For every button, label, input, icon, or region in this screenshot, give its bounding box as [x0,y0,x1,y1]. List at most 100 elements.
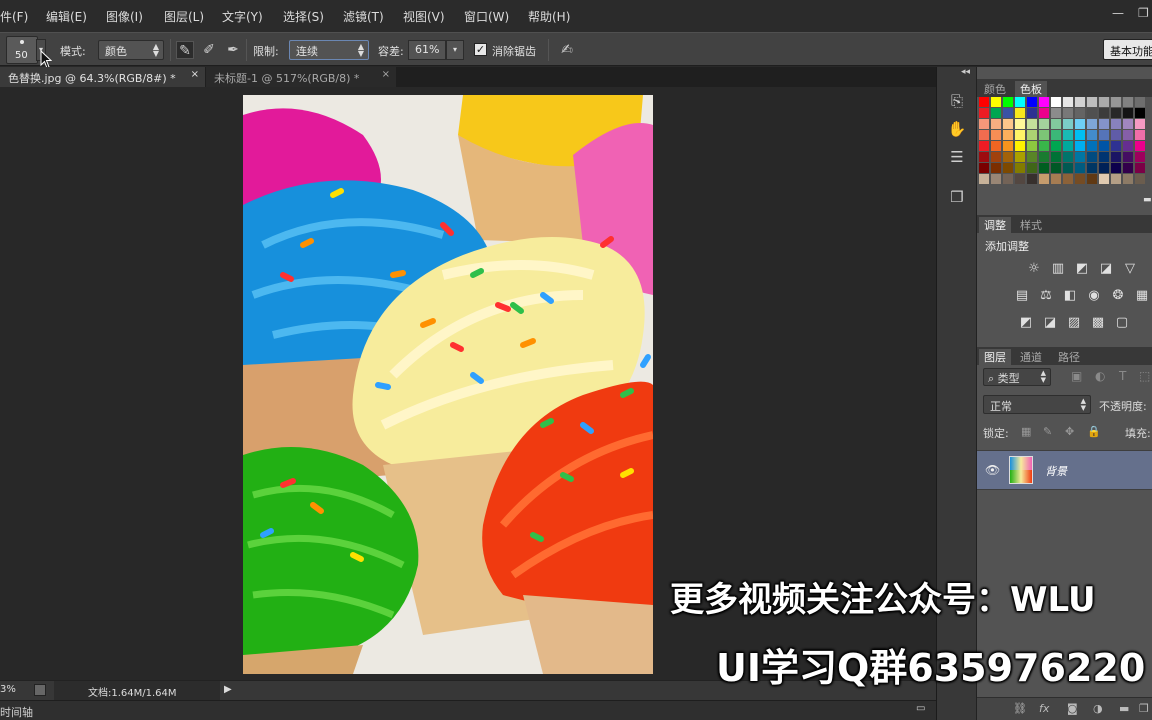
swatch[interactable] [979,119,989,129]
filter-pixel-icon[interactable]: ▣ [1071,369,1082,383]
menu-filter[interactable]: 滤镜(T) [343,8,384,25]
swatch[interactable] [1039,152,1049,162]
swatch[interactable] [1015,152,1025,162]
menu-select[interactable]: 选择(S) [283,8,324,25]
color-balance-icon[interactable]: ⚖ [1037,288,1055,304]
swatch[interactable] [1075,130,1085,140]
gradient-map-icon[interactable]: ▩ [1089,315,1107,331]
swatch[interactable] [1063,163,1073,173]
swatch[interactable] [1075,174,1085,184]
tab-layers[interactable]: 图层 [979,349,1011,365]
swatch[interactable] [1027,152,1037,162]
swatch[interactable] [1123,152,1133,162]
tab-color[interactable]: 颜色 [979,81,1011,97]
tolerance-dropdown-icon[interactable]: ▾ [446,40,464,60]
zoom-level[interactable]: 3% [0,684,16,695]
brush-presets-icon[interactable]: ✋ [947,119,967,139]
sample-background-icon[interactable]: ✒ [224,41,242,59]
swatch[interactable] [1099,97,1109,107]
swatch[interactable] [1027,119,1037,129]
swatch[interactable] [1039,108,1049,118]
swatch[interactable] [1111,97,1121,107]
swatch[interactable] [1111,174,1121,184]
swatch[interactable] [991,119,1001,129]
filter-type-icon[interactable]: T [1119,369,1126,383]
swatch[interactable] [1063,108,1073,118]
exposure-icon[interactable]: ◪ [1097,261,1115,277]
menu-view[interactable]: 视图(V) [403,8,445,25]
swatch[interactable] [1123,163,1133,173]
menu-file[interactable]: 件(F) [0,8,28,25]
swatch[interactable] [1111,163,1121,173]
swatch[interactable] [1027,97,1037,107]
sample-once-icon[interactable]: ✐ [200,41,218,59]
swatch[interactable] [1015,174,1025,184]
tab-color-replace[interactable]: 色替换.jpg @ 64.3%(RGB/8#) * × [0,67,205,87]
vibrance-icon[interactable]: ▽ [1121,261,1139,277]
swatch[interactable] [1015,108,1025,118]
swatch[interactable] [1051,174,1061,184]
restore-icon[interactable]: ❐ [1138,6,1152,20]
swatch[interactable] [1099,163,1109,173]
tab-channels[interactable]: 通道 [1015,349,1047,365]
swatch[interactable] [1135,141,1145,151]
layer-filter-select[interactable]: ⌕ 类型 ▲ ▼ [983,368,1051,386]
swatch[interactable] [1039,97,1049,107]
add-mask-icon[interactable]: ◙ [1067,702,1078,715]
swatch[interactable] [1015,130,1025,140]
swatch[interactable] [991,152,1001,162]
panel-menu-icon[interactable]: ▬ [1143,195,1152,205]
collapse-icon[interactable]: ▭ [916,703,925,714]
swatch[interactable] [1027,130,1037,140]
swatch[interactable] [1099,141,1109,151]
swatch[interactable] [979,108,989,118]
swatch[interactable] [1111,141,1121,151]
swatch[interactable] [1051,97,1061,107]
black-white-icon[interactable]: ◧ [1061,288,1079,304]
channel-mixer-icon[interactable]: ❂ [1109,288,1127,304]
swatch[interactable] [1003,141,1013,151]
lock-transparent-icon[interactable]: ▦ [1021,425,1031,438]
swatch[interactable] [1099,152,1109,162]
close-icon[interactable]: × [191,69,199,80]
tolerance-input[interactable]: 61% [408,40,446,60]
timeline-label[interactable]: 时间轴 [0,704,33,720]
filter-shape-icon[interactable]: ⬚ [1139,369,1150,383]
filter-adjust-icon[interactable]: ◐ [1095,369,1105,383]
document-image[interactable] [243,95,653,674]
swatch-grid[interactable] [977,97,1152,185]
swatch[interactable] [1063,130,1073,140]
hue-sat-icon[interactable]: ▤ [1013,288,1031,304]
swatch[interactable] [1063,141,1073,151]
new-adjustment-icon[interactable]: ◑ [1093,702,1103,715]
swatch[interactable] [991,141,1001,151]
swatch[interactable] [1003,174,1013,184]
swatch[interactable] [1051,152,1061,162]
posterize-icon[interactable]: ◪ [1041,315,1059,331]
swatch[interactable] [991,163,1001,173]
swatch[interactable] [1123,130,1133,140]
swatch[interactable] [1123,174,1133,184]
new-group-icon[interactable]: ▬ [1119,702,1129,715]
swatch[interactable] [979,174,989,184]
workspace-button[interactable]: 基本功能 [1103,39,1152,60]
swatch[interactable] [1135,152,1145,162]
collapse-arrows-icon[interactable]: ◂◂ [961,67,970,77]
swatch[interactable] [1039,163,1049,173]
menu-type[interactable]: 文字(Y) [222,8,263,25]
swatch[interactable] [1135,97,1145,107]
brush-preset-picker[interactable]: 50 [6,36,38,64]
properties-icon[interactable]: ☰ [947,147,967,167]
swatch[interactable] [1135,108,1145,118]
swatch[interactable] [1003,108,1013,118]
swatch[interactable] [1027,174,1037,184]
swatch[interactable] [1123,119,1133,129]
swatch[interactable] [1015,119,1025,129]
minimize-icon[interactable]: — [1112,6,1128,20]
menu-help[interactable]: 帮助(H) [528,8,570,25]
swatch[interactable] [1075,97,1085,107]
brightness-icon[interactable]: ☼ [1025,261,1043,277]
swatch[interactable] [991,174,1001,184]
selective-color-icon[interactable]: ▢ [1113,315,1131,331]
menu-image[interactable]: 图像(I) [106,8,143,25]
